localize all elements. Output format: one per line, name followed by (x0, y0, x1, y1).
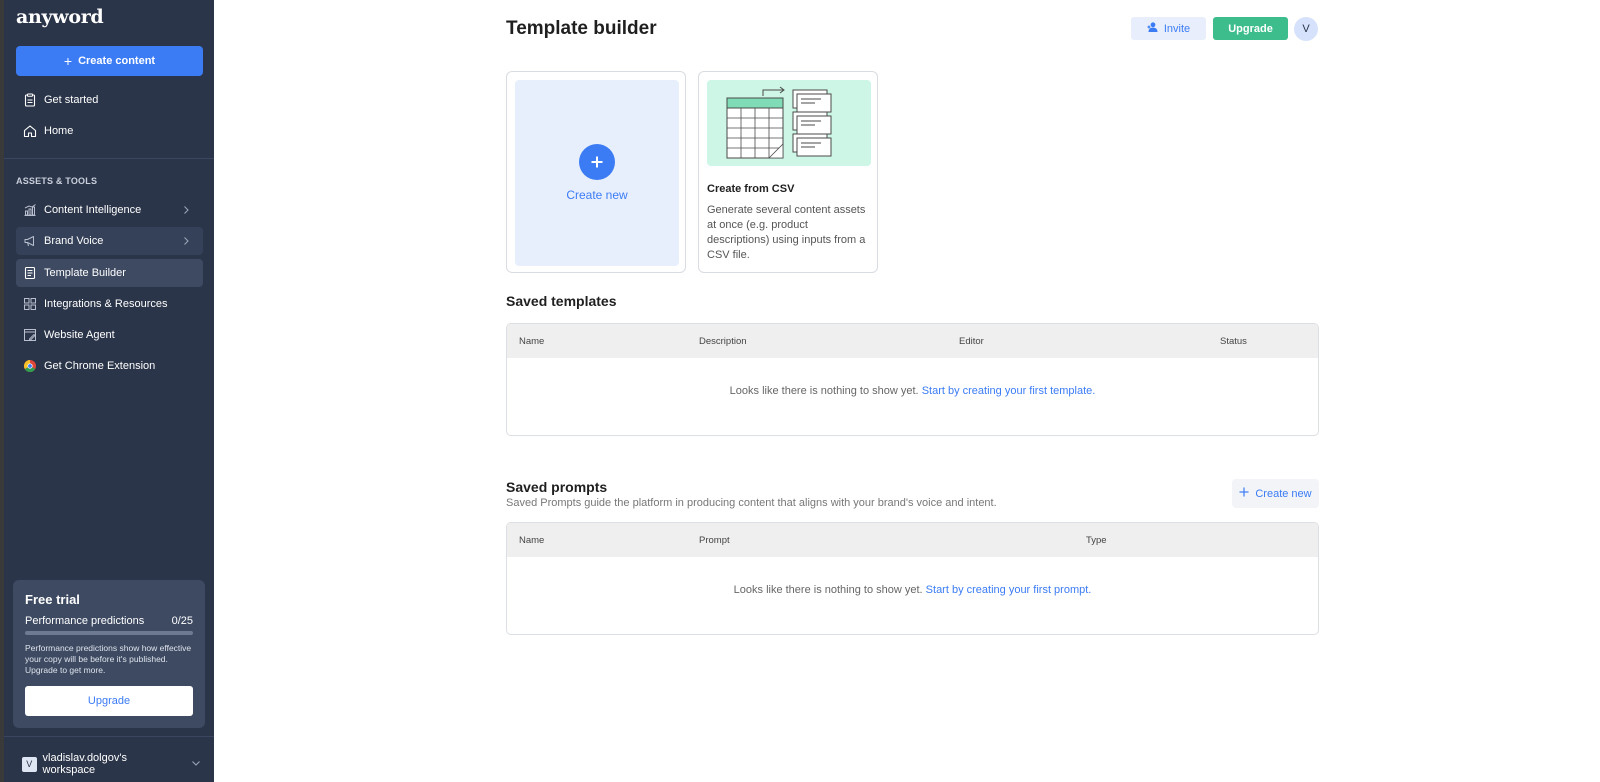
anyword-logo[interactable]: anyword (16, 6, 104, 28)
sidebar-divider (4, 158, 214, 159)
create-new-template-card[interactable]: Create new (506, 71, 686, 273)
sidebar-item-label: Home (44, 125, 74, 137)
saved-prompts-table: Name Prompt Type Looks like there is not… (506, 522, 1319, 635)
home-icon (23, 124, 37, 138)
column-header-name: Name (519, 336, 545, 347)
sidebar-item-get-started[interactable]: Get started (16, 86, 203, 114)
trial-metric-label: Performance predictions (25, 615, 145, 627)
csv-card-title: Create from CSV (707, 183, 795, 195)
column-header-status: Status (1220, 336, 1247, 347)
sidebar-item-label: Website Agent (44, 329, 115, 341)
trial-upgrade-button[interactable]: Upgrade (25, 686, 193, 716)
sidebar-item-content-intelligence[interactable]: Content Intelligence (16, 196, 203, 224)
column-header-prompt: Prompt (699, 535, 730, 546)
column-header-name: Name (519, 535, 545, 546)
sidebar-item-chrome-extension[interactable]: Get Chrome Extension (16, 352, 203, 380)
invite-label: Invite (1163, 22, 1191, 35)
chart-icon (23, 203, 37, 217)
sidebar-item-template-builder[interactable]: Template Builder (16, 259, 203, 287)
workspace-avatar: V (22, 756, 37, 772)
create-new-area: Create new (515, 80, 679, 266)
saved-prompts-title: Saved prompts (506, 479, 608, 495)
clipboard-icon (23, 93, 37, 107)
page-title: Template builder (506, 18, 657, 39)
chevron-right-icon (179, 203, 193, 217)
empty-state-text: Looks like there is nothing to show yet. (729, 385, 919, 397)
empty-state-text: Looks like there is nothing to show yet. (733, 584, 923, 596)
create-new-label: Create new (566, 188, 628, 202)
sidebar: anyword + Create content Get started Hom… (4, 0, 214, 782)
sidebar-item-label: Content Intelligence (44, 204, 142, 216)
upgrade-button[interactable]: Upgrade (1213, 17, 1288, 40)
trial-metric-row: Performance predictions 0/25 (25, 615, 193, 627)
create-from-csv-card[interactable]: Create from CSV Generate several content… (698, 71, 878, 273)
chevron-right-icon (179, 234, 193, 248)
trial-metric-value: 0/25 (171, 615, 193, 627)
empty-state: Looks like there is nothing to show yet.… (507, 584, 1318, 596)
table-header: Name Description Editor Status (507, 324, 1318, 358)
megaphone-icon (23, 234, 37, 248)
sidebar-item-label: Get Chrome Extension (44, 360, 156, 372)
csv-illustration (707, 80, 871, 166)
workspace-switcher[interactable]: V vladislav.dolgov's workspace (22, 752, 202, 776)
trial-title: Free trial (25, 592, 80, 607)
document-icon (23, 266, 37, 280)
saved-prompts-subtitle: Saved Prompts guide the platform in prod… (506, 497, 997, 509)
saved-templates-table: Name Description Editor Status Looks lik… (506, 323, 1319, 436)
column-header-type: Type (1086, 535, 1107, 546)
create-content-label: Create content (78, 55, 156, 67)
sidebar-item-label: Integrations & Resources (44, 298, 168, 310)
plus-icon: + (63, 53, 73, 69)
plus-icon (1239, 487, 1249, 500)
trial-description: Performance predictions show how effecti… (25, 643, 192, 675)
create-new-prompt-label: Create new (1255, 487, 1312, 500)
csv-card-description: Generate several content assets at once … (707, 204, 866, 261)
chrome-icon (23, 359, 37, 373)
workspace-divider (4, 736, 214, 737)
trial-progress-bar (25, 631, 193, 635)
create-new-prompt-button[interactable]: Create new (1232, 479, 1319, 508)
grid-icon (23, 297, 37, 311)
saved-templates-title: Saved templates (506, 293, 617, 309)
empty-state: Looks like there is nothing to show yet.… (507, 385, 1318, 397)
create-content-button[interactable]: + Create content (16, 46, 203, 76)
plus-circle-icon (579, 144, 615, 180)
sidebar-item-label: Brand Voice (44, 235, 104, 247)
free-trial-card: Free trial Performance predictions 0/25 … (13, 580, 205, 728)
user-avatar[interactable]: V (1294, 17, 1318, 41)
chevron-down-icon (190, 757, 202, 772)
column-header-description: Description (699, 336, 747, 347)
sidebar-item-brand-voice[interactable]: Brand Voice (16, 227, 203, 255)
create-first-prompt-link[interactable]: Start by creating your first prompt. (926, 584, 1092, 596)
create-first-template-link[interactable]: Start by creating your first template. (922, 385, 1096, 397)
workspace-name: vladislav.dolgov's workspace (42, 752, 127, 776)
edit-page-icon (23, 328, 37, 342)
sidebar-item-website-agent[interactable]: Website Agent (16, 321, 203, 349)
sidebar-item-label: Template Builder (44, 267, 126, 279)
sidebar-item-label: Get started (44, 94, 99, 106)
section-label-assets-tools: ASSETS & TOOLS (16, 176, 98, 186)
invite-button[interactable]: Invite (1131, 17, 1206, 40)
add-user-icon (1147, 21, 1159, 36)
table-header: Name Prompt Type (507, 523, 1318, 557)
column-header-editor: Editor (959, 336, 984, 347)
sidebar-item-integrations[interactable]: Integrations & Resources (16, 290, 203, 318)
sidebar-item-home[interactable]: Home (16, 117, 203, 145)
